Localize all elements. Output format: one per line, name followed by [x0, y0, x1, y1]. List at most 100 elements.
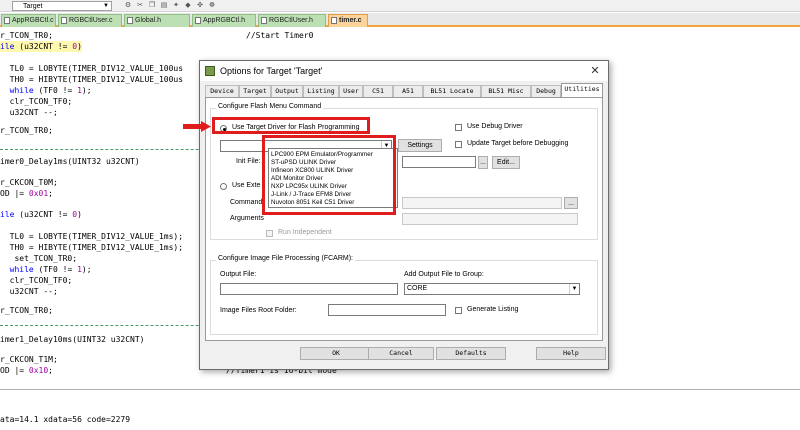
file-icon [261, 17, 267, 24]
output-group-select[interactable]: CORE ▼ [404, 283, 580, 295]
browse-init-file-button[interactable]: ... [478, 156, 488, 169]
tab-utilities[interactable]: Utilities [561, 83, 603, 97]
file-tab-label: Global.h [135, 17, 162, 24]
run-independent-label: Run Independent [278, 229, 332, 236]
file-tab-global-h[interactable]: Global.h [124, 14, 190, 27]
dialog-title: Options for Target 'Target' [220, 66, 323, 76]
code-line: u32CNT --; [0, 108, 58, 117]
use-debug-driver-label: Use Debug Driver [467, 123, 523, 130]
cut-icon[interactable]: ✂ [136, 2, 144, 10]
tab-c51[interactable]: C51 [363, 85, 393, 97]
arguments-label: Arguments [230, 215, 264, 222]
file-tab-label: AppRGBCtl.h [203, 17, 246, 24]
code-line: u32CNT --; [0, 287, 58, 296]
target-select-value: Target [23, 3, 43, 10]
close-icon[interactable]: ✕ [588, 64, 602, 78]
arguments-input[interactable] [402, 213, 578, 225]
file-tab-label: timer.c [339, 17, 362, 24]
file-tab-label: RGBCtlUser.h [269, 17, 313, 24]
code-line: r_CKCON_T1M; [0, 355, 58, 364]
code-line: TL0 = LOBYTE(TIMER_DIV12_VALUE_1ms); [0, 232, 184, 241]
file-tab-label: AppRGBCtl.c [12, 17, 54, 24]
code-line: TH0 = HIBYTE(TIMER_DIV12_VALUE_100us [0, 75, 184, 84]
annotation-highlight-driver-list [262, 135, 396, 215]
code-line: while (TF0 != 1); [9, 265, 92, 274]
code-line: clr_TCON_TF0; [0, 97, 73, 106]
code-line: r_CKCON_T0M; [0, 178, 58, 187]
file-tab-rgbctluser-h[interactable]: RGBCtlUser.h [258, 14, 326, 27]
generate-listing-checkbox[interactable] [455, 307, 462, 314]
add-output-group-label: Add Output File to Group: [404, 271, 484, 278]
code-line: OD |= 0x10; [0, 366, 53, 375]
dialog-tabs: Device Target Output Listing User C51 A5… [205, 83, 603, 97]
tab-listing[interactable]: Listing [303, 85, 339, 97]
command-label: Command [230, 199, 263, 206]
ok-button[interactable]: OK [300, 347, 372, 360]
edit-init-file-button[interactable]: Edit... [492, 156, 520, 169]
dialog-title-bar: Options for Target 'Target' ✕ [200, 61, 608, 81]
paste-icon[interactable]: ▤ [160, 2, 168, 10]
target-select[interactable]: Target ▼ [12, 1, 112, 11]
chevron-down-icon[interactable]: ▼ [569, 284, 579, 294]
image-root-input[interactable] [328, 304, 446, 316]
file-icon [331, 17, 337, 24]
tab-a51[interactable]: A51 [393, 85, 423, 97]
code-line: imer1_Delay10ms(UINT32 u32CNT) [0, 335, 145, 344]
chevron-down-icon: ▼ [103, 3, 109, 9]
keil-app-icon [205, 66, 215, 76]
tools-icon[interactable]: ✦ [172, 2, 180, 10]
output-file-input[interactable] [220, 283, 398, 295]
command-input[interactable] [402, 197, 562, 209]
tab-bl51-locate[interactable]: BL51 Locate [423, 85, 481, 97]
flash-group-title: Configure Flash Menu Command [216, 103, 324, 110]
image-group-title: Configure Image File Processing (FCARM): [216, 255, 355, 262]
output-file-label: Output File: [220, 271, 257, 278]
update-target-checkbox[interactable] [455, 141, 462, 148]
file-icon [61, 17, 67, 24]
init-file-input[interactable] [402, 156, 476, 168]
tab-user[interactable]: User [339, 85, 363, 97]
file-tab-apprgbctl-h[interactable]: AppRGBCtl.h [192, 14, 256, 27]
update-target-label: Update Target before Debugging [467, 140, 569, 147]
browse-command-button[interactable]: ... [564, 197, 578, 209]
use-external-tool-radio[interactable] [220, 183, 227, 190]
cancel-button[interactable]: Cancel [368, 347, 434, 360]
tab-target[interactable]: Target [239, 85, 271, 97]
code-line: while (TF0 != 1); [9, 86, 92, 95]
settings-icon[interactable]: ☸ [208, 2, 216, 10]
code-line: r_TCON_TR0; [0, 306, 53, 315]
tab-debug[interactable]: Debug [531, 85, 561, 97]
file-tab-rgbctluser-c[interactable]: RGBCtlUser.c [58, 14, 122, 27]
init-file-label: Init File: [236, 158, 261, 165]
code-comment: //Start Timer0 [246, 31, 314, 40]
copy-icon[interactable]: ❐ [148, 2, 156, 10]
code-line: imer0_Delay1ms(UINT32 u32CNT) [0, 157, 140, 166]
file-icon [195, 17, 201, 24]
build-output-panel: ata=14.1 xdata=56 code=2279 [0, 389, 800, 430]
file-icon [4, 17, 10, 24]
run-icon[interactable]: ◆ [184, 2, 192, 10]
use-debug-driver-checkbox[interactable] [455, 124, 462, 131]
use-external-tool-label: Use Exte [232, 182, 261, 189]
code-line: set_TCON_TR0; [0, 254, 78, 263]
file-tab-apprgbctl-c[interactable]: AppRGBCtl.c [1, 14, 56, 27]
code-line: OD |= 0x01; [0, 189, 53, 198]
help-button[interactable]: Help [536, 347, 606, 360]
output-line: ata=14.1 xdata=56 code=2279 [0, 415, 131, 424]
tab-device[interactable]: Device [205, 85, 239, 97]
options-icon[interactable]: ✜ [196, 2, 204, 10]
options-dialog: Options for Target 'Target' ✕ Device Tar… [199, 60, 609, 370]
run-independent-checkbox[interactable] [266, 230, 273, 237]
defaults-button[interactable]: Defaults [436, 347, 506, 360]
tab-bl51-misc[interactable]: BL51 Misc [481, 85, 531, 97]
ide-toolbar: Target ▼ ⚙ ✂ ❐ ▤ ✦ ◆ ✜ ☸ [0, 0, 800, 12]
annotation-arrow-icon [183, 121, 211, 132]
settings-button[interactable]: Settings [398, 139, 442, 152]
file-icon [127, 17, 133, 24]
output-group-value: CORE [407, 285, 428, 292]
tab-output[interactable]: Output [271, 85, 303, 97]
file-tab-timer-c[interactable]: timer.c [328, 14, 368, 27]
annotation-highlight-target-driver [212, 117, 370, 134]
code-line: clr_TCON_TF0; [0, 276, 73, 285]
build-icon[interactable]: ⚙ [124, 2, 132, 10]
